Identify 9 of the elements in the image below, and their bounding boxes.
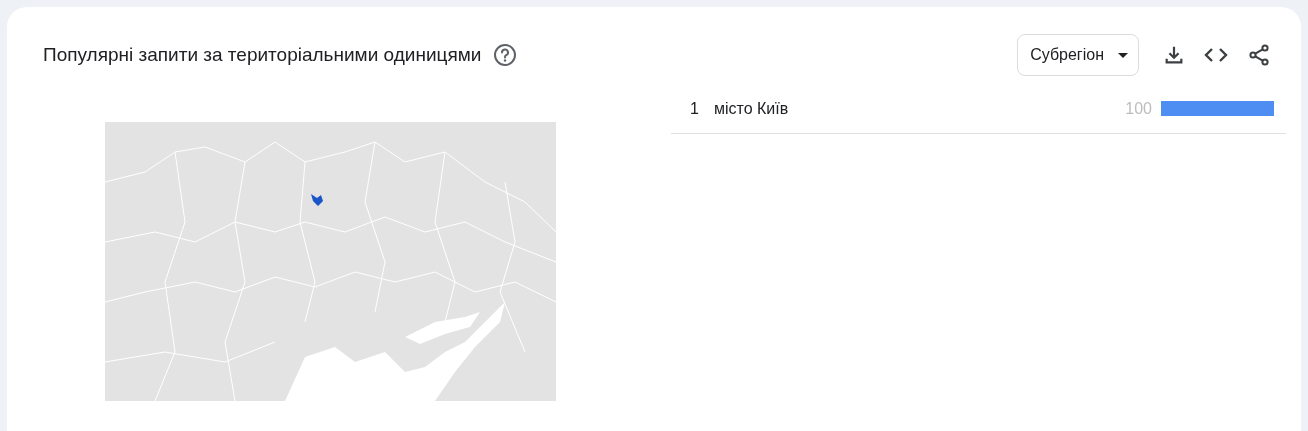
region-name[interactable]: місто Київ [714, 96, 1126, 121]
share-icon[interactable] [1247, 43, 1271, 67]
card-title: Популярні запити за територіальними одиницями [43, 42, 482, 67]
interest-value: 100 [1125, 98, 1152, 119]
caret-icon [1118, 52, 1128, 58]
download-icon[interactable] [1163, 44, 1185, 66]
help-icon[interactable] [493, 43, 518, 67]
resolution-dropdown[interactable]: Субрегіон [1017, 34, 1139, 76]
rank-number: 1 [690, 98, 700, 119]
